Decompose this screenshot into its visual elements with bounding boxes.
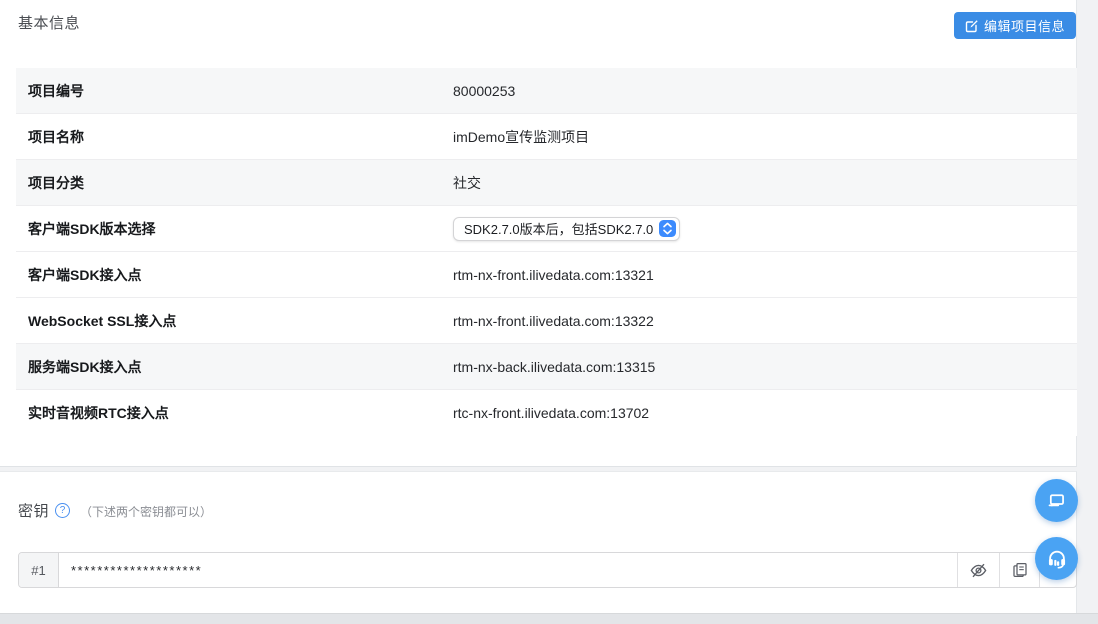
info-value: 社交 xyxy=(453,174,481,191)
sdk-version-select-value: SDK2.7.0版本后，包括SDK2.7.0 xyxy=(464,222,654,237)
info-value: rtm-nx-front.ilivedata.com:13321 xyxy=(453,266,654,283)
basic-info-title: 基本信息 xyxy=(18,15,81,32)
secret-section-header: 密钥 ? （下述两个密钥都可以） xyxy=(18,500,212,521)
table-row: 客户端SDK版本选择 SDK2.7.0版本后，包括SDK2.7.0 xyxy=(16,206,1077,252)
edit-project-button-label: 编辑项目信息 xyxy=(983,19,1065,34)
table-row: 服务端SDK接入点 rtm-nx-back.ilivedata.com:1331… xyxy=(16,344,1077,390)
chat-float-button[interactable] xyxy=(1035,479,1078,522)
info-value: imDemo宣传监测项目 xyxy=(453,128,590,145)
info-label: 服务端SDK接入点 xyxy=(28,358,142,375)
horizontal-scrollbar-track[interactable] xyxy=(0,613,1098,624)
table-row: WebSocket SSL接入点 rtm-nx-front.ilivedata.… xyxy=(16,298,1077,344)
info-label: 客户端SDK版本选择 xyxy=(28,220,156,237)
table-row: 项目分类 社交 xyxy=(16,160,1077,206)
basic-info-card: 基本信息 编辑项目信息 项目编号 80000253 项目名称 imDemo宣传监… xyxy=(0,0,1077,467)
reveal-key-button[interactable] xyxy=(957,553,999,587)
help-icon[interactable]: ? xyxy=(55,503,71,518)
sdk-version-select[interactable]: SDK2.7.0版本后，包括SDK2.7.0 xyxy=(453,216,681,241)
copy-key-button[interactable] xyxy=(999,553,1039,587)
info-value: SDK2.7.0版本后，包括SDK2.7.0 xyxy=(453,216,681,241)
secret-title: 密钥 xyxy=(18,503,50,520)
info-value: rtm-nx-back.ilivedata.com:13315 xyxy=(453,358,656,375)
info-label: 项目分类 xyxy=(28,174,84,191)
info-label: 客户端SDK接入点 xyxy=(28,266,142,283)
chat-bubble-icon xyxy=(1046,490,1067,511)
info-label: 项目编号 xyxy=(28,82,84,99)
headset-float-button[interactable] xyxy=(1035,537,1078,580)
info-value: rtc-nx-front.ilivedata.com:13702 xyxy=(453,405,650,421)
headset-icon xyxy=(1046,548,1068,570)
table-row: 项目名称 imDemo宣传监测项目 xyxy=(16,114,1077,160)
info-label: 项目名称 xyxy=(28,128,84,145)
key-index-label: #1 xyxy=(19,553,59,587)
secret-key-input[interactable] xyxy=(59,553,957,587)
eye-off-icon xyxy=(969,561,988,580)
table-row: 项目编号 80000253 xyxy=(16,68,1077,114)
table-row: 客户端SDK接入点 rtm-nx-front.ilivedata.com:133… xyxy=(16,252,1077,298)
edit-square-icon xyxy=(965,19,979,33)
info-value: 80000253 xyxy=(453,82,516,99)
table-row: 实时音视频RTC接入点 rtc-nx-front.ilivedata.com:1… xyxy=(16,390,1077,436)
project-info-table: 项目编号 80000253 项目名称 imDemo宣传监测项目 项目分类 社交 … xyxy=(16,68,1077,436)
copy-icon xyxy=(1011,561,1029,579)
secret-key-card: 密钥 ? （下述两个密钥都可以） #1 xyxy=(0,471,1077,613)
info-label: WebSocket SSL接入点 xyxy=(28,312,177,329)
info-label: 实时音视频RTC接入点 xyxy=(28,405,169,421)
secret-hint: （下述两个密钥都可以） xyxy=(80,505,213,519)
secret-key-row: #1 xyxy=(18,552,1077,588)
info-value: rtm-nx-front.ilivedata.com:13322 xyxy=(453,312,654,329)
edit-project-button[interactable]: 编辑项目信息 xyxy=(953,12,1076,39)
select-stepper-icon xyxy=(659,220,677,237)
